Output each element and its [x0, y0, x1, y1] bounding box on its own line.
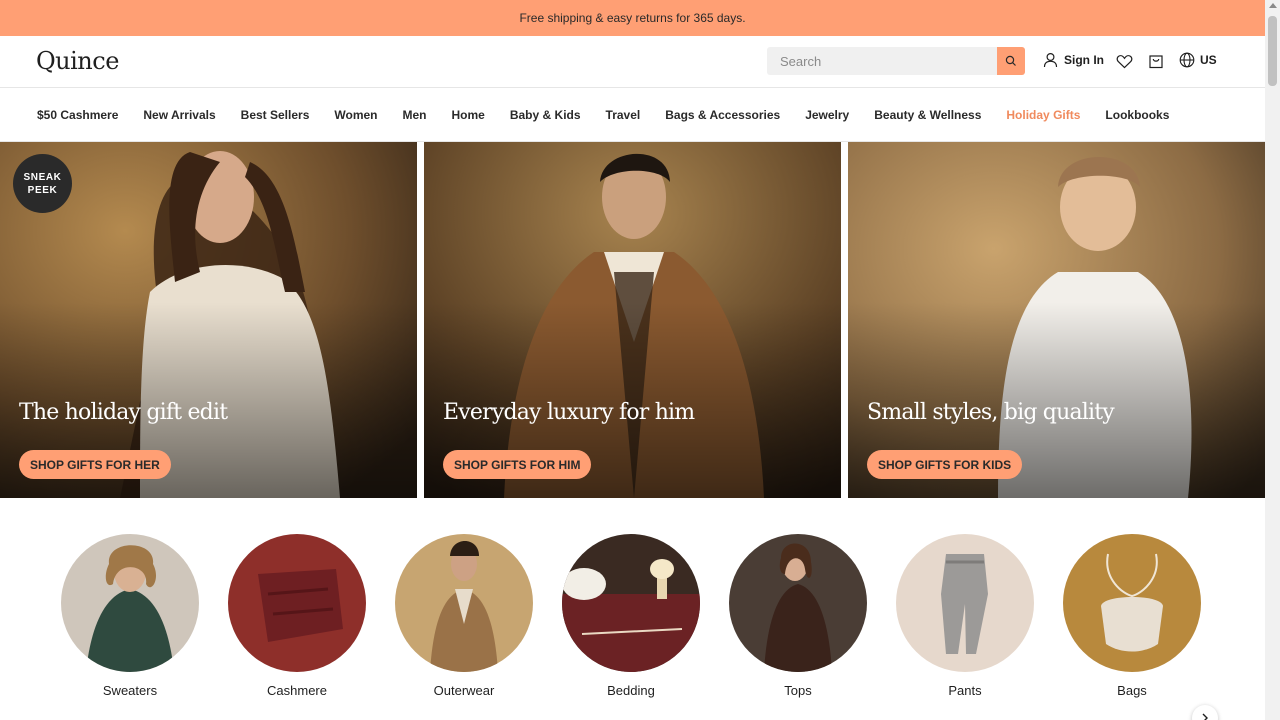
- scroll-thumb[interactable]: [1268, 16, 1277, 86]
- category-label: Tops: [784, 683, 812, 698]
- search-button[interactable]: [997, 47, 1025, 75]
- category-label: Outerwear: [433, 683, 495, 698]
- category-pants[interactable]: Pants: [896, 534, 1034, 698]
- site-header: Quince Sign In: [0, 36, 1265, 88]
- locale-label: US: [1200, 53, 1217, 67]
- category-outerwear[interactable]: Outerwear: [395, 534, 533, 698]
- search-bar: [767, 47, 1025, 75]
- sign-in-link[interactable]: Sign In: [1043, 52, 1104, 68]
- nav-item-new-arrivals[interactable]: New Arrivals: [143, 108, 215, 122]
- nav-item-best-sellers[interactable]: Best Sellers: [241, 108, 310, 122]
- category-label: Bedding: [607, 683, 655, 698]
- cart-button[interactable]: [1147, 52, 1165, 70]
- badge-line-2: PEEK: [27, 184, 58, 196]
- nav-item-women[interactable]: Women: [334, 108, 377, 122]
- category-image-bags: [1063, 534, 1201, 672]
- category-image-outerwear: [395, 534, 533, 672]
- scroll-up-arrow[interactable]: [1269, 3, 1277, 8]
- nav-item-baby-kids[interactable]: Baby & Kids: [510, 108, 581, 122]
- nav-item-bags-accessories[interactable]: Bags & Accessories: [665, 108, 780, 122]
- globe-icon: [1179, 52, 1195, 68]
- chevron-right-icon: [1202, 713, 1208, 720]
- hero-title: The holiday gift edit: [19, 400, 228, 425]
- page: Free shipping & easy returns for 365 day…: [0, 0, 1280, 720]
- nav-item-home[interactable]: Home: [452, 108, 485, 122]
- main-nav: $50 Cashmere New Arrivals Best Sellers W…: [0, 89, 1265, 142]
- category-bedding[interactable]: Bedding: [562, 534, 700, 698]
- shop-gifts-for-him-button[interactable]: SHOP GIFTS FOR HIM: [443, 450, 592, 479]
- user-icon: [1043, 52, 1058, 68]
- heart-icon: [1116, 54, 1132, 68]
- category-tops[interactable]: Tops: [729, 534, 867, 698]
- hero-card-him[interactable]: Everyday luxury for him SHOP GIFTS FOR H…: [424, 142, 841, 498]
- category-cashmere[interactable]: Cashmere: [228, 534, 366, 698]
- hero-title: Small styles, big quality: [867, 400, 1115, 425]
- nav-item-men[interactable]: Men: [403, 108, 427, 122]
- category-image-tops: [729, 534, 867, 672]
- category-bags[interactable]: Bags: [1063, 534, 1201, 698]
- hero-card-kids[interactable]: Small styles, big quality SHOP GIFTS FOR…: [848, 142, 1265, 498]
- shopping-bag-icon: [1149, 55, 1163, 69]
- nav-item-holiday-gifts[interactable]: Holiday Gifts: [1006, 108, 1080, 122]
- badge-line-1: SNEAK: [23, 171, 62, 183]
- category-image-bedding: [562, 534, 700, 672]
- nav-item-jewelry[interactable]: Jewelry: [805, 108, 849, 122]
- hero-title: Everyday luxury for him: [443, 400, 695, 425]
- category-image-sweaters: [61, 534, 199, 672]
- sign-in-label: Sign In: [1064, 53, 1104, 67]
- category-image-pants: [896, 534, 1034, 672]
- category-sweaters[interactable]: Sweaters: [61, 534, 199, 698]
- shop-gifts-for-her-button[interactable]: SHOP GIFTS FOR HER: [19, 450, 171, 479]
- shop-gifts-for-kids-button[interactable]: SHOP GIFTS FOR KIDS: [867, 450, 1023, 479]
- category-label: Pants: [948, 683, 982, 698]
- category-label: Bags: [1117, 683, 1147, 698]
- hero-overlay: [424, 142, 841, 498]
- search-input[interactable]: [767, 47, 997, 75]
- page-scrollbar[interactable]: [1265, 0, 1280, 720]
- logo[interactable]: Quince: [36, 47, 119, 75]
- promo-text: Free shipping & easy returns for 365 day…: [519, 11, 746, 25]
- locale-selector[interactable]: US: [1179, 52, 1217, 68]
- nav-item-beauty-wellness[interactable]: Beauty & Wellness: [874, 108, 981, 122]
- promo-banner: Free shipping & easy returns for 365 day…: [0, 0, 1265, 36]
- wishlist-button[interactable]: [1115, 52, 1133, 70]
- category-label: Cashmere: [267, 683, 327, 698]
- nav-item-lookbooks[interactable]: Lookbooks: [1105, 108, 1169, 122]
- search-icon: [1005, 55, 1016, 66]
- sneak-peek-badge: SNEAK PEEK: [13, 154, 72, 213]
- nav-item-travel[interactable]: Travel: [606, 108, 641, 122]
- category-image-cashmere: [228, 534, 366, 672]
- carousel-next-button[interactable]: [1192, 705, 1218, 720]
- hero-overlay: [848, 142, 1265, 498]
- category-label: Sweaters: [102, 683, 158, 698]
- nav-item-50-cashmere[interactable]: $50 Cashmere: [37, 108, 118, 122]
